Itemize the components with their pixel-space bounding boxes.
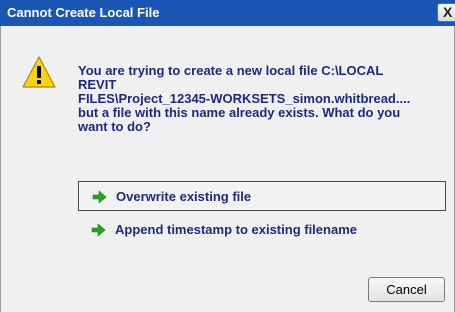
green-arrow-icon <box>92 190 107 204</box>
append-timestamp-option[interactable]: Append timestamp to existing filename <box>78 215 446 245</box>
append-timestamp-option-label: Append timestamp to existing filename <box>115 222 357 237</box>
title-bar[interactable]: Cannot Create Local File X <box>0 0 455 26</box>
close-button[interactable]: X <box>437 3 455 22</box>
dialog-window: Cannot Create Local File X You are tryin… <box>0 0 455 312</box>
message-text: You are trying to create a new local fil… <box>78 64 438 134</box>
message-line: FILES\Project_12345-WORKSETS_simon.whitb… <box>78 91 411 106</box>
close-icon: X <box>443 4 453 20</box>
message-line: You are trying to create a new local fil… <box>78 63 384 78</box>
cancel-button[interactable]: Cancel <box>368 277 445 302</box>
dialog-body: You are trying to create a new local fil… <box>0 26 455 312</box>
overwrite-option[interactable]: Overwrite existing file <box>78 181 446 211</box>
overwrite-option-label: Overwrite existing file <box>116 189 252 204</box>
message-line: REVIT <box>78 77 117 92</box>
green-arrow-icon <box>91 223 106 237</box>
dialog-title: Cannot Create Local File <box>7 5 160 20</box>
message-line: but a file with this name already exists… <box>78 105 401 120</box>
warning-icon <box>22 56 56 88</box>
message-line: want to do? <box>78 119 151 134</box>
